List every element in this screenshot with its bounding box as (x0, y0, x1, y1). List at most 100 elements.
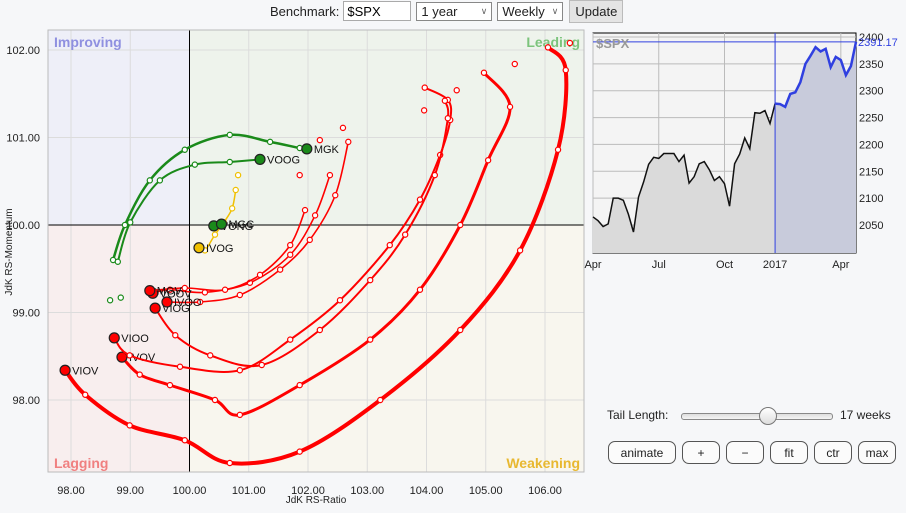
tail-point (316, 326, 324, 334)
tail-point (166, 381, 174, 389)
tail-point (236, 291, 244, 299)
head-point (301, 143, 313, 155)
tail-point (226, 131, 233, 139)
y-tick-label: 98.00 (12, 395, 40, 407)
tail-point (326, 171, 334, 179)
tail-point (339, 124, 347, 132)
animate-button[interactable]: animate (608, 441, 676, 464)
tail-point (236, 411, 244, 419)
tail-point (457, 221, 464, 229)
tail-point (566, 39, 574, 47)
tail-point (484, 157, 492, 164)
tail-point (306, 236, 313, 244)
tail-point (301, 206, 309, 214)
tail-point (336, 297, 344, 304)
tail-point (345, 138, 352, 146)
x-tick-label: 105.00 (469, 485, 503, 497)
quadrant-label-weakening: Weakening (506, 455, 580, 471)
tail-length-label: Tail Length: (607, 408, 669, 422)
zoom-in-button[interactable]: + (682, 441, 720, 464)
tail-point (181, 284, 188, 292)
head-point (254, 153, 266, 165)
quadrant-label-improving: Improving (54, 34, 122, 50)
tail-point (181, 437, 188, 444)
tail-point (258, 361, 265, 369)
tail-point (457, 326, 464, 334)
tail-point (266, 138, 274, 146)
y-axis-title: JdK RS-Momentum (4, 208, 15, 295)
y-tick-label: 102.00 (6, 45, 40, 57)
tail-point (311, 212, 319, 219)
tail-point (332, 192, 339, 199)
quadrant-label-lagging: Lagging (54, 455, 108, 471)
tail-point (181, 146, 188, 153)
tail-point (146, 177, 154, 184)
x-tick-label: 104.00 (410, 485, 444, 497)
y-tick-label: 101.00 (6, 133, 40, 145)
series-mgc: MGC (215, 218, 254, 231)
head-point (59, 364, 71, 376)
quadrant-improving (48, 30, 190, 225)
tail-point (431, 171, 438, 179)
rrg-chart[interactable]: 98.00 99.00 100.00 101.00 102.00 103.00 104.00… (0, 0, 906, 513)
max-button[interactable]: max (858, 441, 896, 464)
tail-point (126, 352, 133, 359)
tail-point (136, 371, 143, 378)
tail-point (256, 271, 264, 279)
tail-point (416, 196, 424, 203)
x-axis-title: JdK RS-Ratio (286, 495, 347, 506)
tail-point (511, 60, 518, 68)
tail-length-slider[interactable] (681, 407, 833, 425)
series-label: VIOO (121, 333, 149, 345)
tail-point (544, 44, 552, 51)
tail-point (516, 247, 524, 254)
control-buttons: animate + − fit ctr max (608, 441, 896, 464)
tail-point (114, 258, 122, 265)
tail-point (234, 171, 242, 179)
tail-point (554, 146, 562, 153)
tail-point (127, 219, 134, 226)
head-point (193, 242, 205, 254)
tail-length-value: 17 weeks (840, 408, 891, 422)
tail-point (453, 87, 460, 94)
tail-point (226, 459, 233, 467)
tail-point (211, 396, 219, 404)
tail-point (386, 241, 393, 249)
tail-point (296, 448, 303, 455)
series-label: IVOG (206, 243, 234, 255)
tail-point (316, 136, 324, 144)
tail-point (296, 381, 303, 389)
tail-point (444, 115, 452, 122)
x-tick-label: 101.00 (232, 485, 266, 497)
tail-point (228, 205, 236, 212)
series-label: MGC (228, 219, 254, 231)
x-tick-label: 100.00 (173, 485, 207, 497)
slider-thumb[interactable] (759, 407, 777, 425)
zoom-out-button[interactable]: − (726, 441, 764, 464)
fit-button[interactable]: fit (770, 441, 808, 464)
tail-point (287, 336, 294, 343)
tail-point (276, 266, 284, 273)
x-tick-label: 99.00 (116, 485, 144, 497)
tail-point (121, 221, 129, 229)
tail-point (480, 69, 488, 76)
head-point (149, 302, 161, 314)
tail-point (172, 332, 179, 339)
tail-point (221, 286, 229, 293)
tail-point (117, 294, 124, 301)
center-button[interactable]: ctr (814, 441, 852, 464)
tail-point (106, 297, 114, 304)
tail-point (156, 177, 164, 184)
tail-point (296, 171, 303, 179)
tail-point (421, 84, 428, 91)
tail-point (377, 396, 384, 404)
x-tick-label: 106.00 (528, 485, 562, 497)
x-tick-label: 103.00 (350, 485, 384, 497)
tail-point (367, 276, 374, 284)
tail-point (211, 231, 219, 238)
tail-point (207, 352, 214, 359)
tail-point (562, 66, 569, 74)
tail-point (191, 161, 199, 168)
head-point (144, 285, 156, 297)
tail-point (506, 103, 514, 111)
